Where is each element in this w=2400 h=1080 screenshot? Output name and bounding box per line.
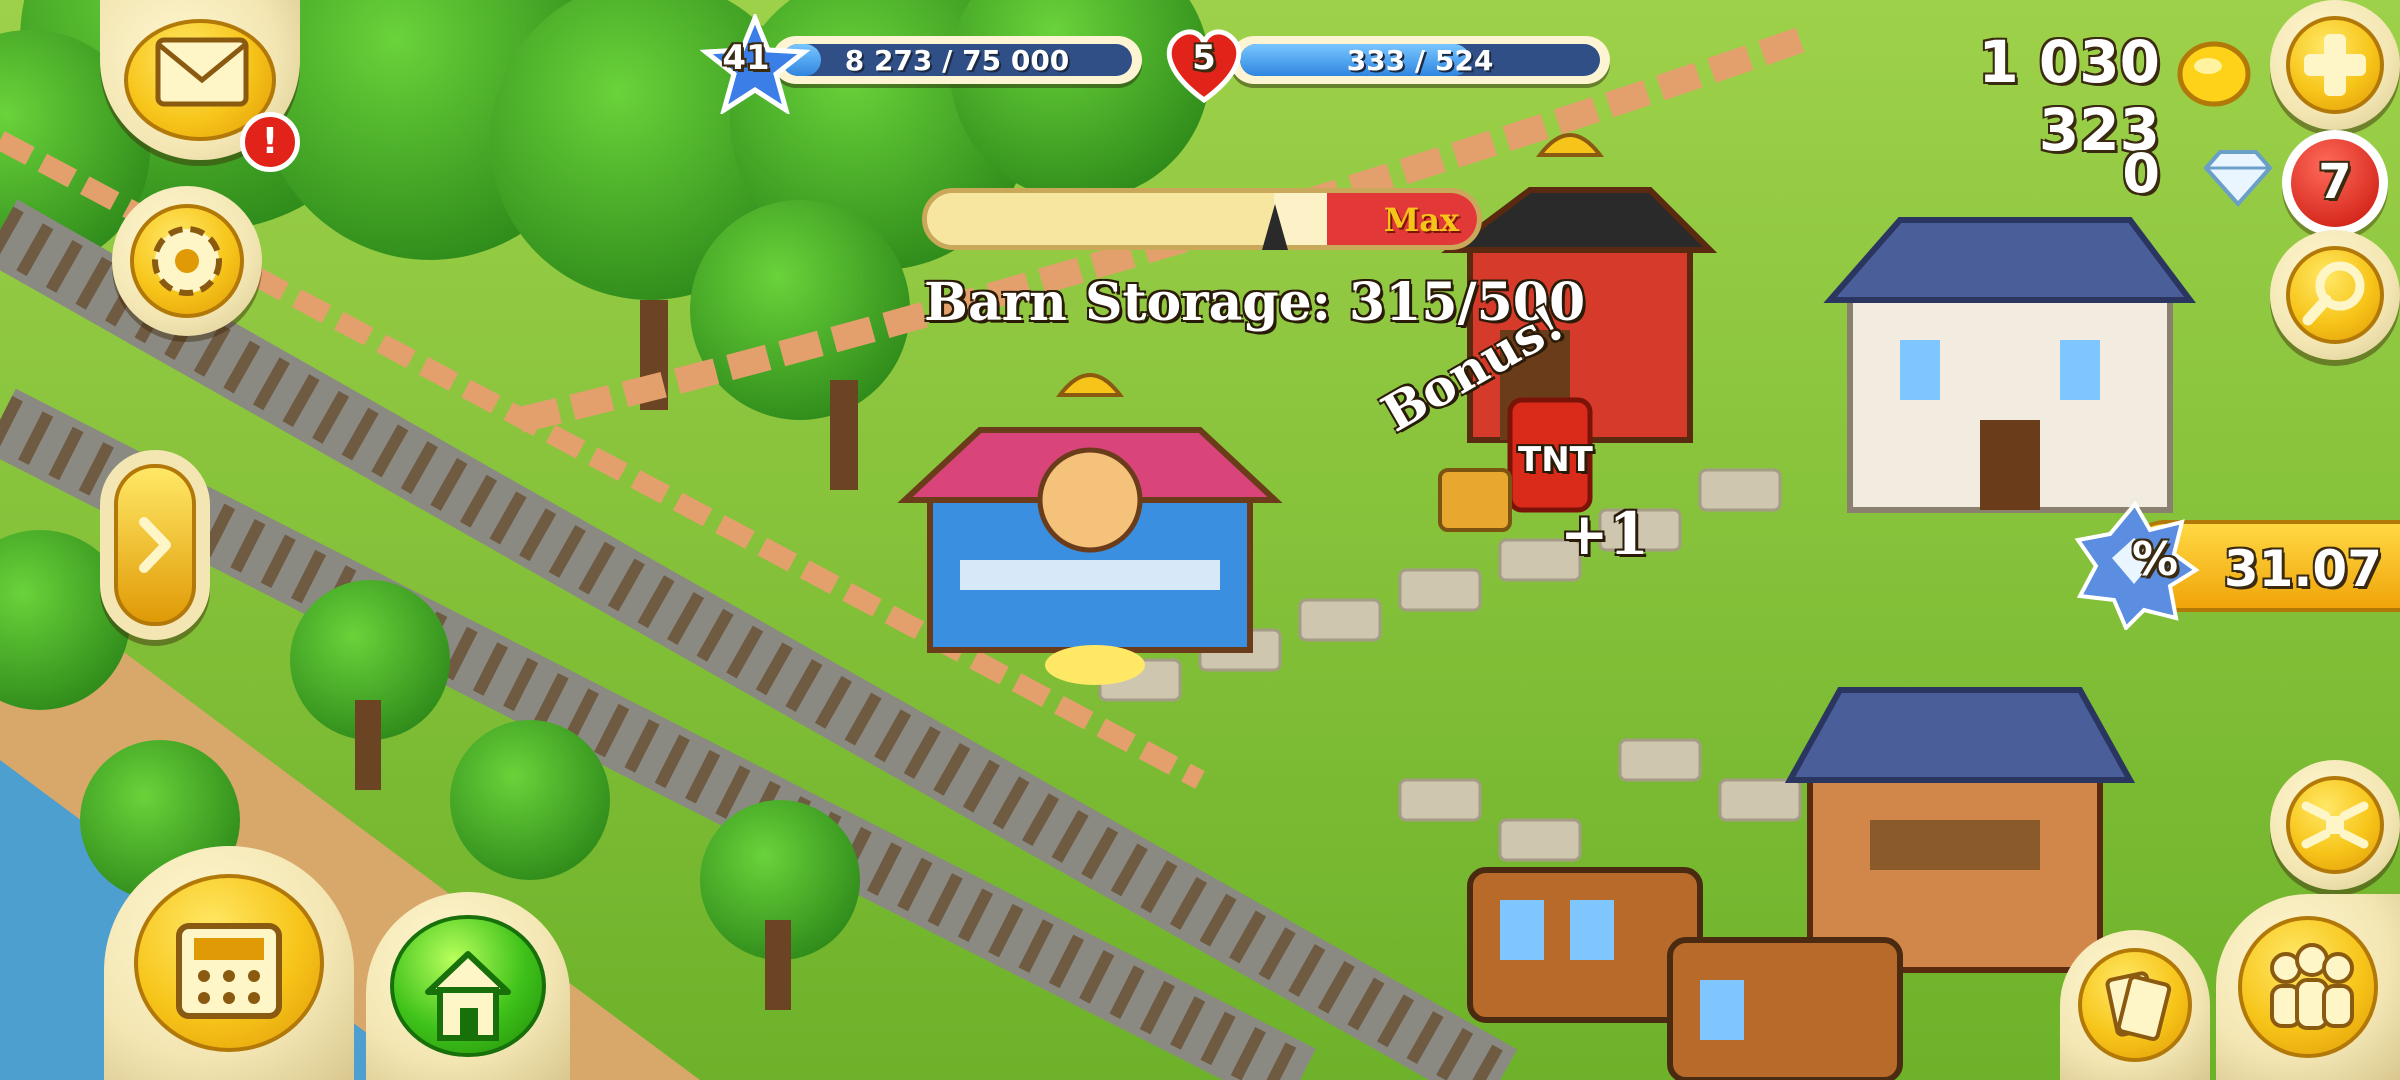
arrows-icon	[2301, 801, 2369, 849]
home-button[interactable]	[366, 892, 570, 1080]
fullscreen-button[interactable]	[2270, 760, 2400, 890]
level-number: 41	[722, 38, 770, 78]
sale-percent: %	[2131, 532, 2179, 586]
tnt-label: TNT	[1518, 440, 1593, 480]
train-station[interactable]	[1784, 687, 2136, 973]
mail-alert-badge: !	[240, 112, 300, 172]
storage-pointer	[1261, 204, 1288, 250]
plus-icon	[2304, 34, 2366, 96]
barn-storage-label: Barn Storage: 315/500	[924, 272, 1586, 333]
reputation-bar: 333 / 524	[1230, 36, 1610, 84]
cash-register-icon	[176, 923, 282, 1019]
notification-badge[interactable]: 7	[2282, 130, 2388, 236]
people-icon	[2270, 943, 2354, 1030]
xp-bar: 8 273 / 75 000	[772, 36, 1142, 84]
reputation-bar-text: 333 / 524	[1346, 44, 1494, 77]
shop-button[interactable]	[104, 846, 354, 1080]
cards-button[interactable]	[2060, 930, 2210, 1080]
storage-meter-fill	[927, 193, 1274, 245]
gear-icon	[152, 226, 222, 296]
friends-button[interactable]	[2216, 894, 2400, 1080]
chevron-right-icon	[139, 517, 171, 573]
storage-max-label: Max	[1383, 201, 1459, 239]
add-currency-button[interactable]	[2270, 0, 2400, 130]
house-icon	[425, 951, 511, 1041]
barn-storage-meter: Max	[922, 188, 1482, 250]
diamond-icon	[2203, 150, 2273, 208]
magnifier-icon	[2302, 261, 2365, 326]
mansion[interactable]	[1823, 217, 2196, 513]
coin-icon	[2177, 41, 2251, 107]
reputation-level: 5	[1192, 38, 1216, 78]
search-button[interactable]	[2270, 230, 2400, 360]
settings-button[interactable]	[112, 186, 262, 336]
cards-icon	[2105, 971, 2172, 1041]
xp-bar-text: 8 273 / 75 000	[844, 44, 1070, 77]
expand-panel-button[interactable]	[100, 450, 210, 640]
diamond-count: 0	[2122, 142, 2160, 205]
plus-one-popup: +1	[1560, 500, 1649, 568]
storage-meter-track: Max	[922, 188, 1482, 250]
sale-timer: 31.07	[2223, 540, 2382, 598]
